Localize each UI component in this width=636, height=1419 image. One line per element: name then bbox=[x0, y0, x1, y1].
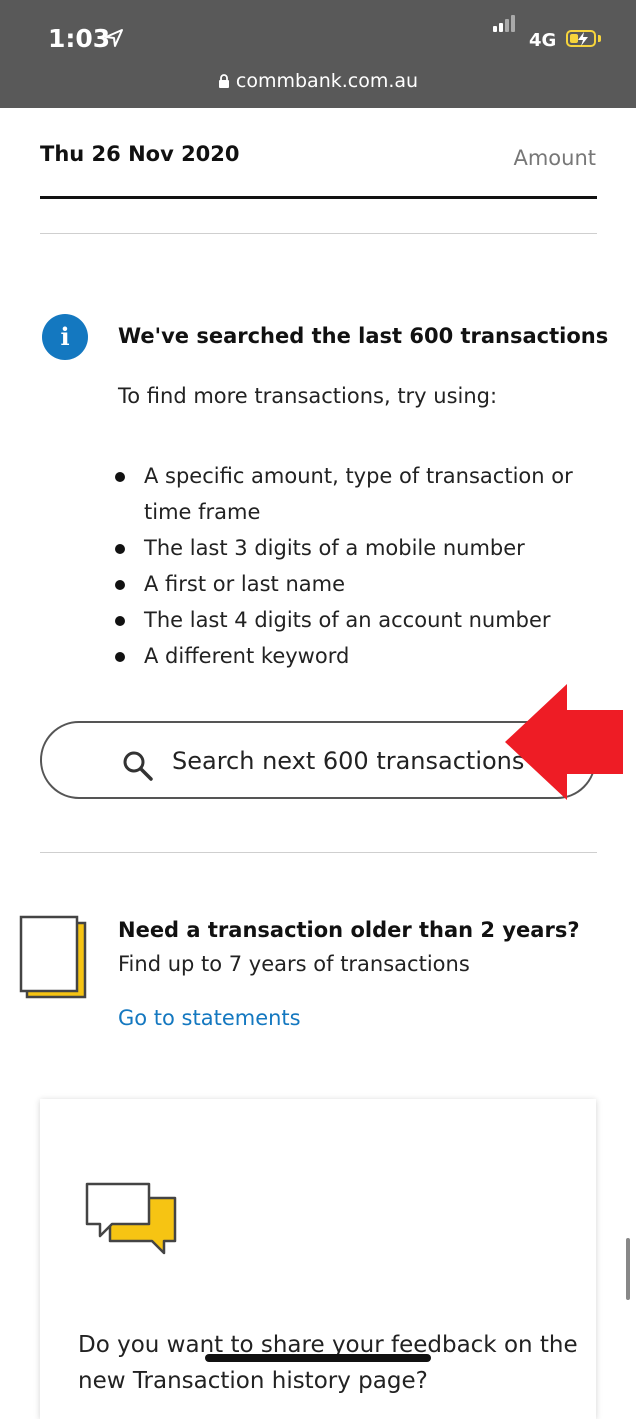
home-indicator[interactable] bbox=[205, 1354, 431, 1362]
url-bar[interactable]: commbank.com.au bbox=[0, 70, 636, 92]
list-item: The last 3 digits of a mobile number bbox=[115, 530, 588, 566]
document-stack-icon bbox=[19, 915, 87, 999]
battery-icon bbox=[566, 30, 596, 47]
battery-cap bbox=[598, 35, 601, 42]
red-arrow-annotation bbox=[505, 684, 623, 800]
status-time: 1:03 bbox=[48, 24, 111, 53]
go-to-statements-link[interactable]: Go to statements bbox=[118, 1006, 301, 1030]
search-tips-list: A specific amount, type of transaction o… bbox=[115, 458, 588, 674]
info-subtitle: To find more transactions, try using: bbox=[118, 384, 498, 408]
url-text: commbank.com.au bbox=[235, 70, 419, 92]
chat-bubbles-icon bbox=[85, 1182, 177, 1255]
feedback-card: Do you want to share your feedback on th… bbox=[40, 1099, 596, 1419]
header-divider bbox=[40, 196, 597, 199]
list-item: A different keyword bbox=[115, 638, 588, 674]
older-transactions-subtitle: Find up to 7 years of transactions bbox=[118, 952, 470, 976]
search-icon bbox=[123, 751, 153, 781]
section-divider bbox=[40, 852, 597, 853]
section-divider bbox=[40, 233, 597, 234]
list-item: A first or last name bbox=[115, 566, 588, 602]
older-transactions-title: Need a transaction older than 2 years? bbox=[118, 918, 580, 942]
scrollbar[interactable] bbox=[626, 1238, 630, 1300]
list-item: A specific amount, type of transaction o… bbox=[115, 458, 588, 530]
network-type: 4G bbox=[529, 30, 557, 51]
info-icon: i bbox=[42, 314, 88, 360]
lock-icon bbox=[218, 71, 230, 88]
status-bar: 1:03 4G commbank.com.au bbox=[0, 0, 636, 108]
amount-column-label: Amount bbox=[513, 146, 596, 170]
location-arrow-icon bbox=[105, 29, 123, 47]
search-next-label: Search next 600 transactions bbox=[172, 747, 525, 775]
transaction-date-heading: Thu 26 Nov 2020 bbox=[40, 142, 240, 166]
feedback-prompt: Do you want to share your feedback on th… bbox=[78, 1332, 578, 1394]
list-item: The last 4 digits of an account number bbox=[115, 602, 588, 638]
info-title: We've searched the last 600 transactions bbox=[118, 324, 609, 348]
